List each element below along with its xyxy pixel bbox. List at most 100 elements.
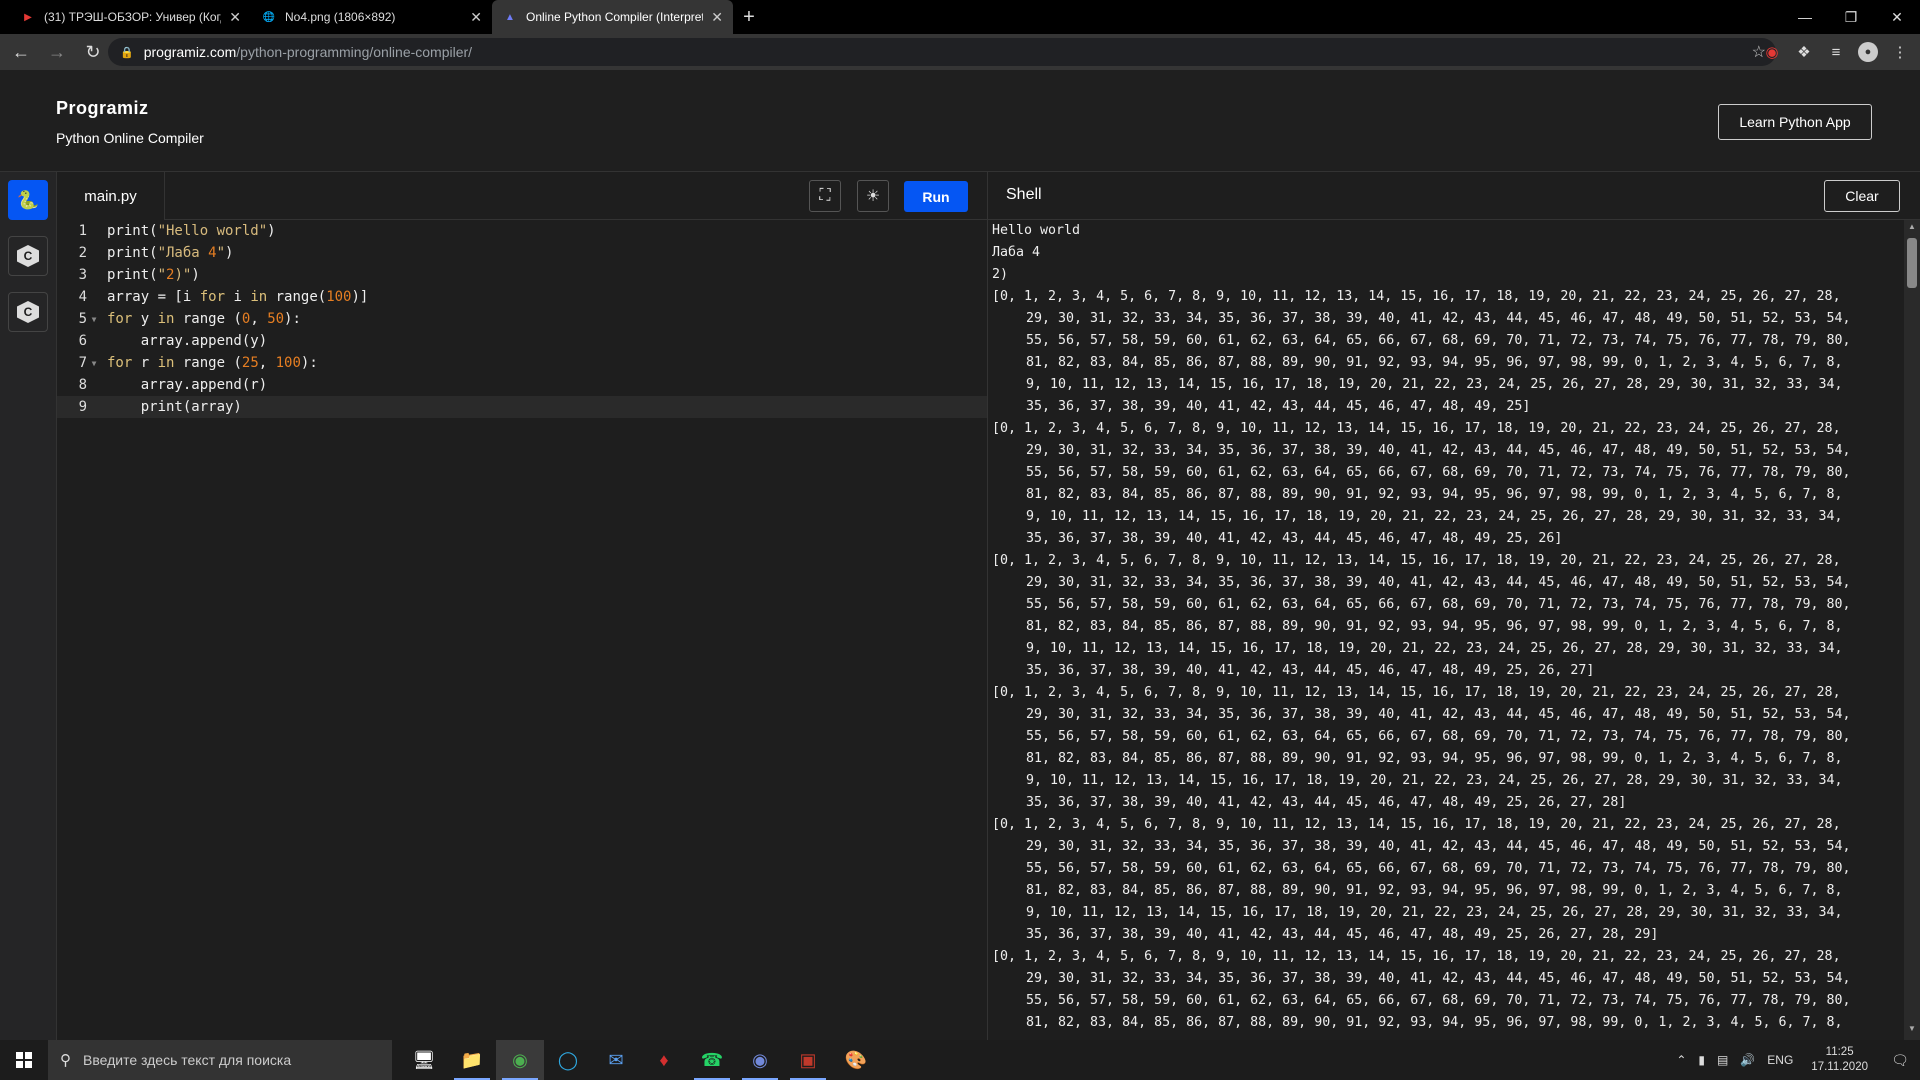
- fold-arrow-icon[interactable]: ▼: [87, 315, 101, 324]
- taskbar-whatsapp-icon[interactable]: ☎: [688, 1040, 736, 1080]
- shell-output-block: [0, 1, 2, 3, 4, 5, 6, 7, 8, 9, 10, 11, 1…: [992, 418, 1892, 550]
- code-text: array = [i for i in range(100)]: [107, 289, 369, 305]
- shell-scrollbar[interactable]: ▲ ▼: [1904, 220, 1920, 1040]
- rail-cpp[interactable]: C: [8, 292, 48, 332]
- shell-output-line: 29, 30, 31, 32, 33, 34, 35, 36, 37, 38, …: [1026, 575, 1851, 590]
- restore-icon[interactable]: ❐: [1828, 0, 1874, 34]
- code-text: print(array): [107, 399, 242, 415]
- code-line[interactable]: 3 print("2)"): [57, 264, 987, 286]
- taskbar-mail-icon[interactable]: ✉: [592, 1040, 640, 1080]
- code-text: print("2)"): [107, 267, 200, 283]
- tray-volume-icon[interactable]: 🔊: [1734, 1053, 1761, 1067]
- taskbar-search-input[interactable]: ⚲ Введите здесь текст для поиска: [48, 1040, 392, 1080]
- shell-output-line: [0, 1, 2, 3, 4, 5, 6, 7, 8, 9, 10, 11, 1…: [992, 289, 1841, 304]
- shell-output-line: Лаба 4: [992, 245, 1041, 260]
- shell-output-block: [0, 1, 2, 3, 4, 5, 6, 7, 8, 9, 10, 11, 1…: [992, 946, 1892, 1034]
- code-area[interactable]: 1 print("Hello world") 2 print("Лаба 4") 3 pr…: [57, 220, 987, 418]
- clear-button[interactable]: Clear: [1824, 180, 1900, 212]
- code-line[interactable]: 4 array = [i for i in range(100)]: [57, 286, 987, 308]
- tab-close-icon[interactable]: ✕: [229, 9, 241, 26]
- browser-tab-2[interactable]: 🌐 No4.png (1806×892) ✕: [251, 0, 492, 34]
- fold-arrow-icon[interactable]: ▼: [87, 359, 101, 368]
- lock-icon: 🔒: [120, 46, 134, 59]
- shell-output-line: 2): [992, 267, 1009, 282]
- tray-language[interactable]: ENG: [1761, 1053, 1799, 1067]
- shell-output-line: 29, 30, 31, 32, 33, 34, 35, 36, 37, 38, …: [1026, 971, 1851, 986]
- code-line[interactable]: 8 array.append(r): [57, 374, 987, 396]
- code-line[interactable]: 7 ▼ for r in range (25, 100):: [57, 352, 987, 374]
- code-line[interactable]: 1 print("Hello world"): [57, 220, 987, 242]
- run-button[interactable]: Run: [904, 181, 968, 212]
- code-text: array.append(r): [107, 377, 268, 393]
- shell-output-line: 9, 10, 11, 12, 13, 14, 15, 16, 17, 18, 1…: [1026, 641, 1843, 656]
- programiz-logo[interactable]: Programiz: [56, 98, 149, 119]
- code-line[interactable]: 6 array.append(y): [57, 330, 987, 352]
- taskbar-game-icon[interactable]: ♦: [640, 1040, 688, 1080]
- shell-output-line: [0, 1, 2, 3, 4, 5, 6, 7, 8, 9, 10, 11, 1…: [992, 685, 1841, 700]
- code-line[interactable]: 2 print("Лаба 4"): [57, 242, 987, 264]
- reload-icon[interactable]: ↻: [78, 37, 108, 67]
- browser-menu-icon[interactable]: ⋮: [1890, 42, 1910, 62]
- taskbar-edge-icon[interactable]: ◯: [544, 1040, 592, 1080]
- new-tab-button[interactable]: +: [733, 0, 765, 34]
- browser-tab-1[interactable]: ▶ (31) ТРЭШ-ОБЗОР: Универ (Когда ✕: [10, 0, 251, 34]
- tab-title: Online Python Compiler (Interpreter): [526, 10, 704, 24]
- rail-c[interactable]: C: [8, 236, 48, 276]
- windows-taskbar: ⚲ Введите здесь текст для поиска 🖥 📁 ◉ ◯…: [0, 1040, 1920, 1080]
- editor-toolbar: main.py ⛶ ☀ Run: [57, 172, 987, 220]
- file-tab-main-py[interactable]: main.py: [57, 172, 165, 220]
- scroll-down-icon[interactable]: ▼: [1904, 1024, 1920, 1038]
- scroll-up-icon[interactable]: ▲: [1904, 222, 1920, 236]
- shell-output-line: 55, 56, 57, 58, 59, 60, 61, 62, 63, 64, …: [1026, 465, 1851, 480]
- shell-output[interactable]: Hello world Лаба 4 2) [0, 1, 2, 3, 4, 5, 6,…: [992, 220, 1892, 1040]
- shell-output-line: [0, 1, 2, 3, 4, 5, 6, 7, 8, 9, 10, 11, 1…: [992, 817, 1841, 832]
- shell-output-line: 9, 10, 11, 12, 13, 14, 15, 16, 17, 18, 1…: [1026, 905, 1843, 920]
- shell-output-line: 35, 36, 37, 38, 39, 40, 41, 42, 43, 44, …: [1026, 531, 1563, 546]
- tray-expand-icon[interactable]: ⌃: [1670, 1053, 1692, 1067]
- tab-close-icon[interactable]: ✕: [711, 9, 723, 26]
- close-window-icon[interactable]: ✕: [1874, 0, 1920, 34]
- media-queue-icon[interactable]: ≡: [1826, 42, 1846, 62]
- scrollbar-thumb[interactable]: [1907, 238, 1917, 288]
- code-line[interactable]: 5 ▼ for y in range (0, 50):: [57, 308, 987, 330]
- theme-toggle-icon[interactable]: ☀: [857, 180, 889, 212]
- shell-output-line: 29, 30, 31, 32, 33, 34, 35, 36, 37, 38, …: [1026, 311, 1851, 326]
- taskbar-app-utility-icon[interactable]: 🖥: [400, 1040, 448, 1080]
- minimize-icon[interactable]: —: [1782, 0, 1828, 34]
- shell-output-line: 9, 10, 11, 12, 13, 14, 15, 16, 17, 18, 1…: [1026, 773, 1843, 788]
- taskbar-chrome-icon[interactable]: ◉: [496, 1040, 544, 1080]
- adblock-extension-icon[interactable]: ◉: [1762, 42, 1782, 62]
- forward-icon[interactable]: →: [42, 37, 72, 67]
- globe-icon: 🌐: [262, 11, 276, 23]
- puzzle-extensions-icon[interactable]: ❖: [1794, 42, 1814, 62]
- tray-network-icon[interactable]: ▤: [1711, 1053, 1734, 1067]
- fullscreen-icon[interactable]: ⛶: [809, 180, 841, 212]
- start-button[interactable]: [0, 1040, 48, 1080]
- browser-tab-3[interactable]: ▲ Online Python Compiler (Interpreter) ✕: [492, 0, 733, 34]
- shell-output-line: 9, 10, 11, 12, 13, 14, 15, 16, 17, 18, 1…: [1026, 509, 1843, 524]
- taskbar-winrar-icon[interactable]: ▣: [784, 1040, 832, 1080]
- tab-close-icon[interactable]: ✕: [470, 9, 482, 26]
- profile-avatar-icon[interactable]: ●: [1858, 42, 1878, 62]
- url-input[interactable]: 🔒 programiz.com/python-programming/onlin…: [108, 38, 1776, 66]
- code-line[interactable]: 9 print(array): [57, 396, 987, 418]
- taskbar-paint-icon[interactable]: 🎨: [832, 1040, 880, 1080]
- tray-battery-icon[interactable]: ▮: [1692, 1053, 1711, 1067]
- back-icon[interactable]: ←: [6, 37, 36, 67]
- shell-output-block: [0, 1, 2, 3, 4, 5, 6, 7, 8, 9, 10, 11, 1…: [992, 682, 1892, 814]
- shell-output-line: 9, 10, 11, 12, 13, 14, 15, 16, 17, 18, 1…: [1026, 377, 1843, 392]
- youtube-icon: ▶: [24, 11, 32, 23]
- notification-center-icon[interactable]: 🗨: [1880, 1052, 1920, 1069]
- code-text: for y in range (0, 50):: [107, 311, 301, 327]
- taskbar-explorer-icon[interactable]: 📁: [448, 1040, 496, 1080]
- tray-clock[interactable]: 11:25 17.11.2020: [1799, 1045, 1880, 1075]
- shell-output-line: 81, 82, 83, 84, 85, 86, 87, 88, 89, 90, …: [1026, 619, 1843, 634]
- shell-output-line: 35, 36, 37, 38, 39, 40, 41, 42, 43, 44, …: [1026, 927, 1659, 942]
- taskbar-discord-icon[interactable]: ◉: [736, 1040, 784, 1080]
- shell-output-line: 29, 30, 31, 32, 33, 34, 35, 36, 37, 38, …: [1026, 443, 1851, 458]
- line-number: 5: [78, 311, 87, 327]
- shell-header: Shell Clear: [988, 172, 1920, 220]
- windows-logo-icon: [16, 1052, 32, 1068]
- learn-python-app-button[interactable]: Learn Python App: [1718, 104, 1872, 140]
- rail-python[interactable]: 🐍: [8, 180, 48, 220]
